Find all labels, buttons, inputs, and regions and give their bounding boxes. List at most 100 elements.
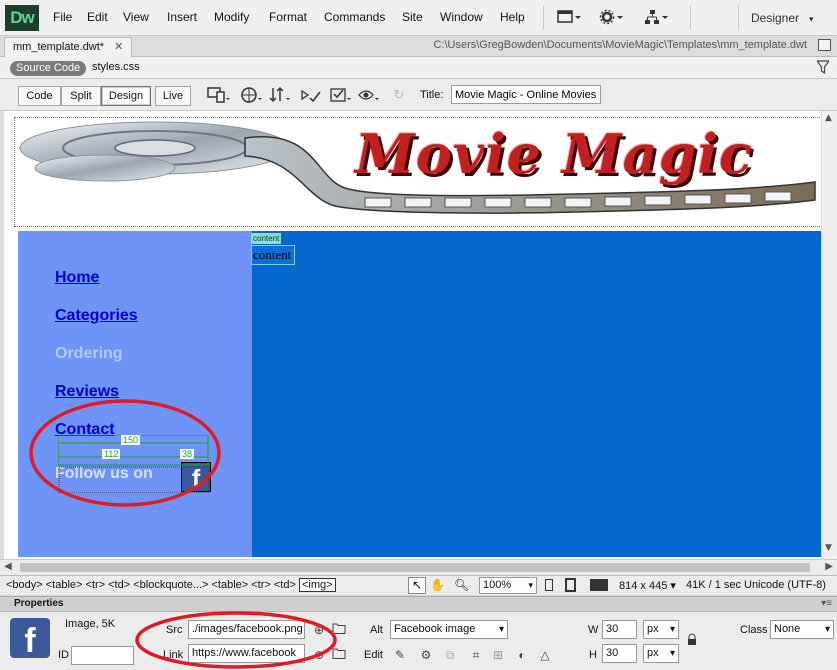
link-label: Link [163,649,184,661]
scroll-down-icon[interactable]: ▼ [825,543,832,553]
optimize-icon[interactable]: ⚙ [418,647,434,663]
w3c-validation-icon[interactable] [300,86,324,106]
alt-label: Alt [370,624,383,636]
workspace-switcher[interactable]: Designer ▾ [738,5,832,31]
id-input[interactable] [71,646,134,665]
height-unit-select[interactable]: px [643,644,679,663]
tablet-size-icon[interactable] [565,578,576,592]
editable-region-tag[interactable]: content [251,233,282,244]
nav-link-ordering[interactable]: Ordering [55,345,123,363]
height-input[interactable]: 30 [602,644,637,663]
browse-folder-icon[interactable] [331,622,347,638]
styles-css-link[interactable]: styles.css [92,61,140,73]
download-size: 41K / 1 sec [686,579,742,591]
code-view-button[interactable]: Code [18,86,61,106]
live-view-button[interactable]: Live [155,86,191,106]
crop-icon[interactable]: ⌗ [468,647,484,663]
menu-modify[interactable]: Modify [214,10,249,24]
scroll-left-icon[interactable]: ◀ [4,561,12,572]
content-cell[interactable] [252,231,824,557]
edit-pencil-icon[interactable]: ✎ [392,647,408,663]
select-tool-icon[interactable]: ↖ [408,577,426,594]
menu-site[interactable]: Site [402,10,423,24]
zoom-value: 100% [483,579,512,591]
nav-link-home[interactable]: Home [55,269,99,287]
src-label: Src [166,624,183,636]
guide-width-38[interactable]: 38 [180,449,195,459]
scroll-right-icon[interactable]: ▶ [825,561,833,572]
class-value: None [774,623,801,635]
id-label: ID [58,649,69,661]
point-to-file-icon[interactable]: ⊕ [311,647,327,663]
src-input[interactable]: ./images/facebook.png [188,620,305,639]
resample-icon[interactable]: ⊞ [490,647,506,663]
page-title-label: Title: [420,89,444,101]
tag-selector[interactable]: <body> <table> <tr> <td> <blockquote...>… [6,578,336,592]
phone-size-icon[interactable] [545,579,553,591]
split-view-button[interactable]: Split [61,86,101,106]
page-title-input[interactable] [451,85,601,104]
site-structure-icon[interactable] [643,8,669,28]
browse-folder-icon[interactable] [331,647,347,663]
menu-window[interactable]: Window [440,10,483,24]
horizontal-scrollbar[interactable]: ◀ ▶ [0,559,837,575]
file-management-icon[interactable] [268,86,292,106]
multiscreen-icon[interactable] [207,86,231,106]
nav-link-reviews[interactable]: Reviews [55,383,119,401]
vertical-scrollbar[interactable]: ▲ ▼ [821,111,837,559]
image-kind: Image, 5K [65,618,116,630]
design-view-button[interactable]: Design [101,86,151,106]
brightness-contrast-icon[interactable]: ◐ [514,647,530,663]
source-code-button[interactable]: Source Code [10,61,87,76]
panel-menu-icon[interactable]: ▾≡ [821,598,832,609]
window-size[interactable]: 814 x 445 ▾ [619,579,676,592]
nav-link-categories[interactable]: Categories [55,307,138,325]
height-label: H [589,649,597,661]
image-thumbnail: f [10,618,50,660]
close-icon[interactable]: ✕ [114,41,123,53]
layout-icon[interactable] [556,8,582,28]
lock-icon[interactable] [684,633,700,649]
design-view[interactable]: Movie Magic Home Categories Ordering Rev… [0,111,837,559]
width-input[interactable]: 30 [602,620,637,639]
gear-icon[interactable] [598,8,624,28]
filter-icon[interactable] [815,60,831,75]
hand-tool-icon[interactable]: ✋ [430,578,445,592]
chevron-down-icon: ▾ [528,580,533,590]
alt-value: Facebook image [394,623,476,635]
restore-window-icon[interactable] [818,39,831,51]
menu-file[interactable]: File [53,10,72,24]
class-select[interactable]: None [770,620,834,639]
desktop-size-icon[interactable] [590,579,608,591]
menu-insert[interactable]: Insert [167,10,197,24]
menu-edit[interactable]: Edit [87,10,108,24]
menu-help[interactable]: Help [500,10,525,24]
update-from-original-icon[interactable]: ⧉ [442,647,458,663]
scroll-up-icon[interactable]: ▲ [825,113,832,123]
check-browser-icon[interactable] [329,86,353,106]
guide-width-112[interactable]: 112 [102,449,121,459]
sharpen-icon[interactable]: △ [537,647,553,663]
guide-width-150[interactable]: 150 [121,435,141,445]
point-to-file-icon[interactable]: ⊕ [311,622,327,638]
zoom-select[interactable]: 100% ▾ [479,577,537,594]
scroll-thumb[interactable] [20,563,810,572]
zoom-tool-icon[interactable]: 🔍︎ [454,578,469,592]
refresh-icon[interactable]: ↻ [387,86,411,106]
class-label: Class [740,624,768,636]
menu-view[interactable]: View [123,10,149,24]
width-unit-select[interactable]: px [643,620,679,639]
edit-label: Edit [364,649,383,661]
menu-commands[interactable]: Commands [324,10,385,24]
alt-select[interactable]: Facebook image [390,620,508,639]
menu-format[interactable]: Format [269,10,307,24]
document-tab[interactable]: mm_template.dwt* ✕ [4,37,133,57]
tag-selector-path[interactable]: <body> <table> <tr> <td> <blockquote...>… [6,579,296,591]
properties-panel-header[interactable]: Properties ▾≡ [0,596,837,612]
preview-browser-icon[interactable] [240,86,264,106]
editable-region[interactable]: content [251,245,295,265]
tag-selector-current[interactable]: <img> [298,578,336,592]
encoding: Unicode (UTF-8) [744,579,826,591]
link-input[interactable]: https://www.facebook [188,644,305,663]
visual-aids-icon[interactable] [357,86,381,106]
